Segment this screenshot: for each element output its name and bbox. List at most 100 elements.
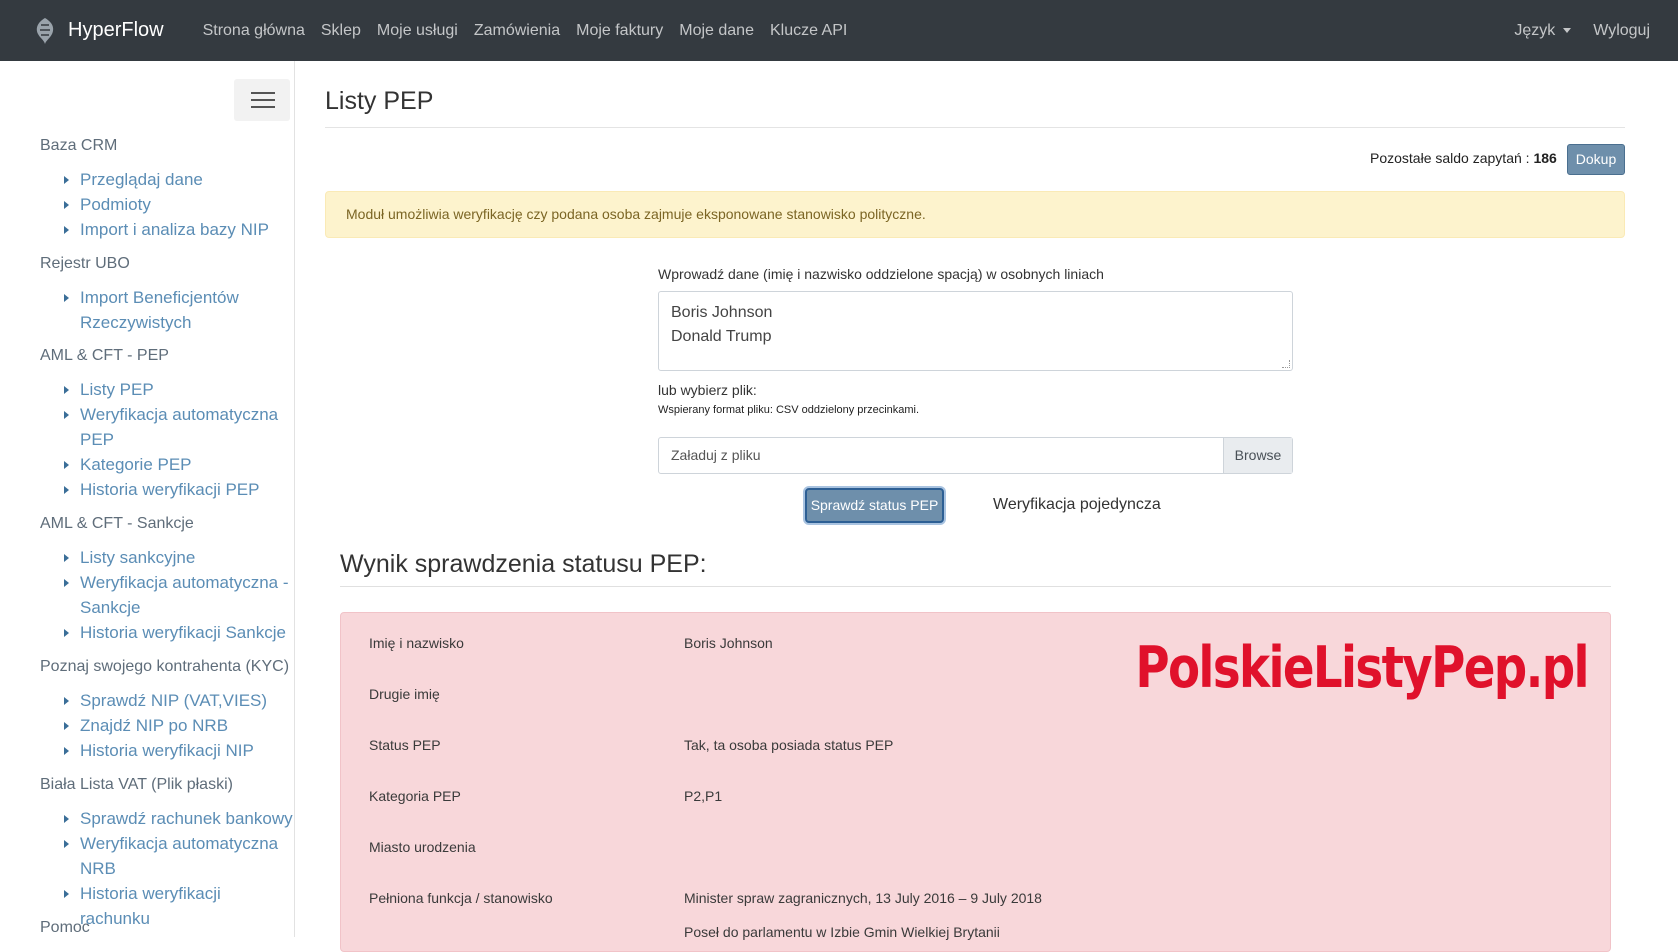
caret-right-icon	[64, 629, 69, 637]
nav-invoices[interactable]: Moje faktury	[576, 22, 663, 40]
caret-right-icon	[64, 226, 69, 234]
nav-home[interactable]: Strona główna	[203, 22, 305, 40]
file-upload-input[interactable]: Załaduj z pliku Browse	[658, 437, 1293, 474]
brand-name: HyperFlow	[68, 19, 164, 41]
result-value: Tak, ta osoba posiada status PEP	[684, 737, 894, 753]
sidebar-item-label: Historia weryfikacji NIP	[80, 741, 254, 760]
nav-my-data[interactable]: Moje dane	[679, 22, 754, 40]
caret-right-icon	[64, 722, 69, 730]
sidebar-item-nrb-auto[interactable]: Weryfikacja automatyczna NRB	[64, 831, 295, 881]
sidebar-item-pep-categories[interactable]: Kategorie PEP	[64, 452, 295, 477]
sidebar-item-label: Przeglądaj dane	[80, 170, 203, 189]
caret-right-icon	[64, 890, 69, 898]
sidebar-item-sanction-lists[interactable]: Listy sankcyjne	[64, 545, 295, 570]
section-aml-pep: AML & CFT - PEP	[40, 347, 169, 364]
result-title: Wynik sprawdzenia statusu PEP:	[340, 550, 707, 578]
sidebar-item-label: Import Beneficjentów Rzeczywistych	[80, 288, 239, 332]
nav-orders[interactable]: Zamówienia	[474, 22, 560, 40]
nav-my-services[interactable]: Moje usługi	[377, 22, 458, 40]
caret-right-icon	[64, 461, 69, 469]
caret-right-icon	[64, 840, 69, 848]
file-upload-placeholder: Załaduj z pliku	[671, 447, 761, 463]
hamburger-icon-bar	[251, 99, 275, 101]
result-label: Kategoria PEP	[369, 788, 461, 804]
caret-right-icon	[64, 697, 69, 705]
caret-down-icon	[1563, 28, 1572, 33]
sidebar-item-label: Weryfikacja automatyczna - Sankcje	[80, 573, 289, 617]
watermark-logo: PolskieListyPep.pl	[1135, 635, 1589, 701]
sidebar-item-label: Sprawdź NIP (VAT,VIES)	[80, 691, 268, 710]
sidebar-item-check-nip[interactable]: Sprawdź NIP (VAT,VIES)	[64, 688, 295, 713]
sidebar-item-label: Znajdź NIP po NRB	[80, 716, 229, 735]
sidebar-item-sanctions-history[interactable]: Historia weryfikacji Sankcje	[64, 620, 295, 645]
sidebar-item-pep-auto[interactable]: Weryfikacja automatyczna PEP	[64, 402, 295, 452]
textarea-line: Donald Trump	[671, 328, 772, 345]
section-ubo: Rejestr UBO	[40, 255, 130, 272]
result-label: Status PEP	[369, 737, 441, 753]
browse-button[interactable]: Browse	[1223, 438, 1292, 473]
divider	[325, 127, 1625, 128]
top-up-button[interactable]: Dokup	[1567, 144, 1625, 175]
sidebar-item-check-account[interactable]: Sprawdź rachunek bankowy	[64, 806, 295, 831]
hyperflow-logo-icon	[36, 17, 54, 44]
sidebar-item-label: Listy PEP	[80, 380, 154, 399]
sidebar-item-account-history[interactable]: Historia weryfikacji rachunku	[64, 881, 295, 931]
info-alert: Moduł umożliwia weryfikację czy podana o…	[325, 191, 1625, 238]
sidebar-item-entities[interactable]: Podmioty	[64, 192, 295, 217]
language-label: Język	[1514, 21, 1556, 39]
single-verification-link[interactable]: Weryfikacja pojedyncza	[993, 496, 1161, 514]
language-dropdown[interactable]: Język	[1514, 21, 1572, 40]
hamburger-icon-bar	[251, 106, 275, 108]
brand[interactable]: HyperFlow	[32, 16, 164, 46]
sidebar-item-label: Historia weryfikacji Sankcje	[80, 623, 286, 642]
result-value-extra: Poseł do parlamentu w Izbie Gmin Wielkie…	[684, 924, 1000, 940]
sidebar-item-label: Podmioty	[80, 195, 151, 214]
caret-right-icon	[64, 176, 69, 184]
sidebar-item-pep-lists[interactable]: Listy PEP	[64, 377, 295, 402]
result-value: P2,P1	[684, 788, 723, 804]
caret-right-icon	[64, 815, 69, 823]
sidebar-item-label: Kategorie PEP	[80, 455, 192, 474]
resize-handle-icon[interactable]	[1282, 360, 1290, 368]
or-file-label: lub wybierz plik:	[658, 382, 757, 398]
nav-links: Strona główna Sklep Moje usługi Zamówien…	[203, 22, 864, 40]
nav-api-keys[interactable]: Klucze API	[770, 22, 847, 40]
check-pep-status-button[interactable]: Sprawdź status PEP	[805, 488, 944, 523]
caret-right-icon	[64, 386, 69, 394]
sidebar-item-nip-import[interactable]: Import i analiza bazy NIP	[64, 217, 295, 242]
section-crm: Baza CRM	[40, 137, 118, 154]
caret-right-icon	[64, 554, 69, 562]
caret-right-icon	[64, 747, 69, 755]
sidebar-item-label: Historia weryfikacji rachunku	[80, 884, 221, 928]
result-value: Boris Johnson	[684, 635, 773, 651]
query-balance-value: 186	[1533, 150, 1557, 166]
caret-right-icon	[64, 579, 69, 587]
sidebar-item-ubo-import[interactable]: Import Beneficjentów Rzeczywistych	[64, 285, 295, 335]
sidebar-item-nip-history[interactable]: Historia weryfikacji NIP	[64, 738, 295, 763]
sidebar-item-label: Weryfikacja automatyczna NRB	[80, 834, 279, 878]
caret-right-icon	[64, 294, 69, 302]
caret-right-icon	[64, 201, 69, 209]
sidebar: Baza CRM Przeglądaj dane Podmioty Import…	[0, 61, 295, 937]
sidebar-item-label: Sprawdź rachunek bankowy	[80, 809, 293, 828]
section-kyc: Poznaj swojego kontrahenta (KYC)	[40, 658, 290, 675]
logout-link[interactable]: Wyloguj	[1593, 22, 1650, 40]
nav-right: Język Wyloguj	[1492, 0, 1650, 61]
hamburger-icon	[251, 92, 275, 94]
sidebar-item-sanctions-auto[interactable]: Weryfikacja automatyczna - Sankcje	[64, 570, 295, 620]
page-title: Listy PEP	[325, 87, 434, 115]
query-balance: Pozostałe saldo zapytań : 186	[1370, 150, 1557, 166]
sidebar-toggle-button[interactable]	[234, 79, 290, 121]
query-balance-label: Pozostałe saldo zapytań :	[1370, 150, 1530, 166]
sidebar-item-browse-data[interactable]: Przeglądaj dane	[64, 167, 295, 192]
result-panel: PolskieListyPep.pl Imię i nazwisko Boris…	[340, 612, 1611, 952]
section-help[interactable]: Pomoc	[40, 919, 90, 937]
names-textarea[interactable]: Boris Johnson Donald Trump	[658, 291, 1293, 371]
result-label: Drugie imię	[369, 686, 440, 702]
nav-shop[interactable]: Sklep	[321, 22, 361, 40]
format-note: Wspierany format pliku: CSV oddzielony p…	[658, 404, 920, 416]
divider	[340, 586, 1611, 587]
sidebar-item-pep-history[interactable]: Historia weryfikacji PEP	[64, 477, 295, 502]
result-label: Pełniona funkcja / stanowisko	[369, 890, 553, 906]
sidebar-item-find-nip[interactable]: Znajdź NIP po NRB	[64, 713, 295, 738]
